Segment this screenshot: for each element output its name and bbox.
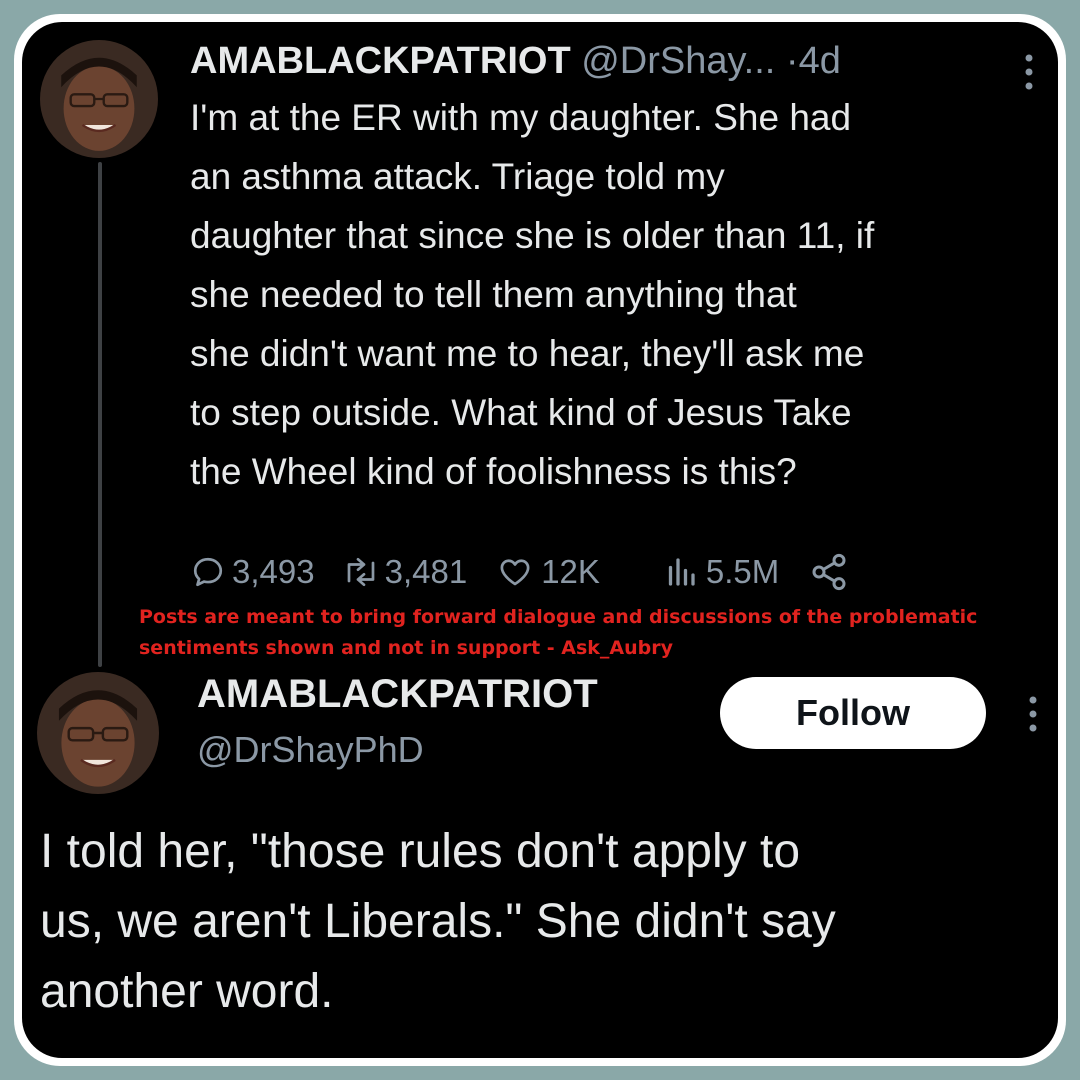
avatar[interactable]	[40, 40, 158, 158]
user-handle[interactable]: @DrShayPhD	[197, 728, 424, 772]
share-button[interactable]	[809, 552, 849, 592]
repost-button[interactable]: 3,481	[341, 553, 468, 591]
repost-icon	[341, 554, 381, 590]
tweet-card: AMABLACKPATRIOT @DrShay... ·4d I'm at th…	[22, 22, 1058, 1058]
user-handle[interactable]: @DrShay...	[581, 40, 775, 82]
more-icon[interactable]	[1027, 694, 1039, 734]
tweet-header: AMABLACKPATRIOT @DrShay... ·4d	[190, 38, 841, 84]
separator: ·	[785, 40, 799, 82]
repost-count: 3,481	[384, 553, 468, 590]
timestamp[interactable]: 4d	[799, 40, 841, 82]
disclaimer-caption: Posts are meant to bring forward dialogu…	[139, 606, 978, 659]
views-icon	[666, 554, 696, 590]
avatar[interactable]	[37, 672, 159, 794]
views-count: 5.5M	[705, 553, 780, 590]
like-button[interactable]: 12K	[497, 553, 600, 591]
more-icon[interactable]	[1023, 52, 1035, 92]
display-name[interactable]: AMABLACKPATRIOT	[197, 670, 598, 718]
like-icon	[497, 554, 533, 590]
reply-count: 3,493	[232, 553, 315, 590]
follow-button[interactable]: Follow	[720, 677, 986, 749]
share-icon	[809, 552, 849, 592]
views-button[interactable]: 5.5M	[666, 553, 779, 591]
reply-icon	[190, 554, 226, 590]
tweet-text: I told her, "those rules don't apply to …	[40, 825, 836, 1018]
tweet-actions: 3,493 3,481 12K 5.5M	[190, 547, 849, 597]
display-name[interactable]: AMABLACKPATRIOT	[190, 40, 571, 82]
thread-line	[98, 162, 102, 667]
tweet-text: I'm at the ER with my daughter. She had …	[190, 97, 875, 492]
like-count: 12K	[541, 553, 600, 590]
reply-button[interactable]: 3,493	[190, 553, 315, 591]
